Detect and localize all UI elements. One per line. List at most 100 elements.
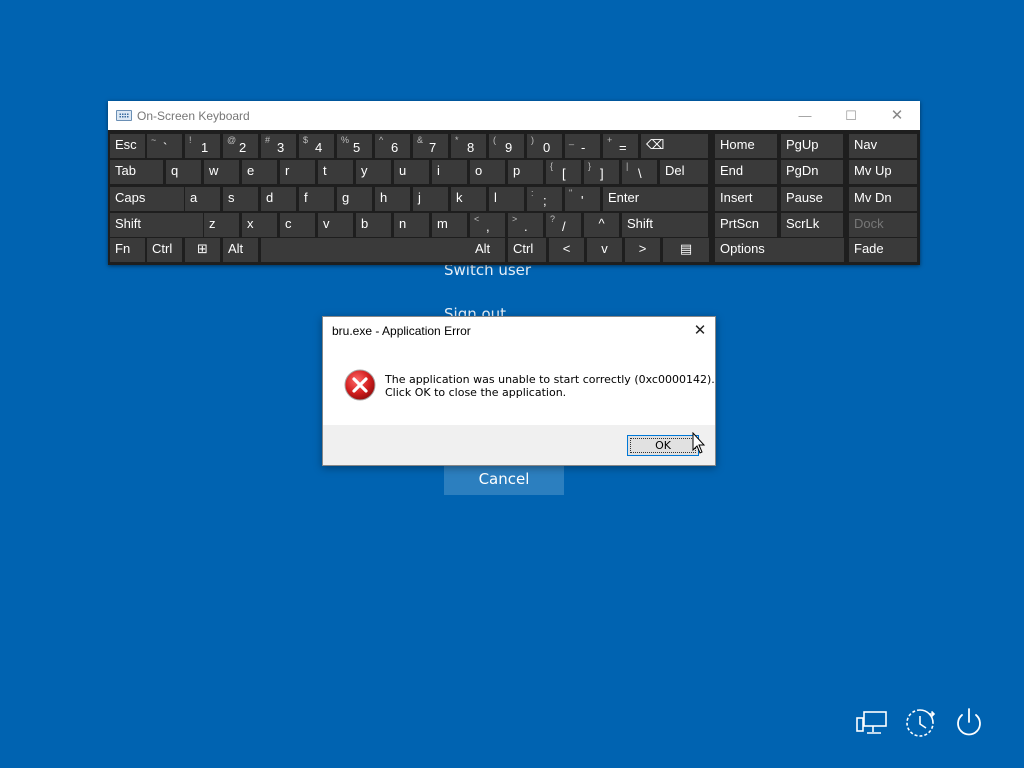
key-nav[interactable]: Nav: [849, 134, 917, 158]
dialog-message-line1: The application was unable to start corr…: [385, 373, 715, 386]
key-dock[interactable]: Dock: [849, 213, 917, 237]
key-p[interactable]: p: [508, 160, 543, 184]
ok-button[interactable]: OK: [627, 435, 699, 456]
key-fade[interactable]: Fade: [849, 238, 917, 262]
key-8[interactable]: * 8: [451, 134, 486, 158]
key-1[interactable]: ! 1: [185, 134, 220, 158]
arrow-right-icon[interactable]: >: [625, 238, 660, 262]
key-'[interactable]: " ': [565, 187, 600, 211]
key-9[interactable]: (9: [489, 134, 524, 158]
key-home[interactable]: Home: [715, 134, 777, 158]
key-q[interactable]: q: [166, 160, 201, 184]
key-w[interactable]: w: [204, 160, 239, 184]
key-shift-label: (: [493, 135, 496, 145]
key-enter[interactable]: Enter: [603, 187, 708, 211]
key-s[interactable]: s: [223, 187, 258, 211]
key-j[interactable]: j: [413, 187, 448, 211]
key-pgdn[interactable]: PgDn: [781, 160, 843, 184]
key-m[interactable]: m: [432, 213, 467, 237]
osk-title: On-Screen Keyboard: [137, 109, 250, 123]
key-7[interactable]: & 7: [413, 134, 448, 158]
minimize-button[interactable]: —: [782, 101, 828, 130]
key-mv-dn[interactable]: Mv Dn: [849, 187, 917, 211]
key-ctrl[interactable]: Ctrl: [147, 238, 182, 262]
key-`[interactable]: ~ `: [147, 134, 182, 158]
key-mv-up[interactable]: Mv Up: [849, 160, 917, 184]
key-pause[interactable]: Pause: [781, 187, 843, 211]
key-ctrl[interactable]: Ctrl: [508, 238, 546, 262]
key-k[interactable]: k: [451, 187, 486, 211]
key-shift[interactable]: Shift: [110, 213, 203, 237]
key-esc[interactable]: Esc: [110, 134, 145, 158]
menu-key-icon[interactable]: ▤: [663, 238, 709, 262]
key-d[interactable]: d: [261, 187, 296, 211]
key-/[interactable]: ? /: [546, 213, 581, 237]
osk-close-button[interactable]: ✕: [874, 101, 920, 130]
key-l[interactable]: l: [489, 187, 524, 211]
key-n[interactable]: n: [394, 213, 429, 237]
key-backslash[interactable]: | \: [622, 160, 657, 184]
key-6[interactable]: ^ 6: [375, 134, 410, 158]
key-z[interactable]: z: [204, 213, 239, 237]
key-][interactable]: }]: [584, 160, 619, 184]
key--[interactable]: _ -: [565, 134, 600, 158]
key-2[interactable]: @2: [223, 134, 258, 158]
cancel-button[interactable]: Cancel: [444, 464, 564, 495]
key-tab[interactable]: Tab: [110, 160, 163, 184]
key-g[interactable]: g: [337, 187, 372, 211]
dialog-message-line2: Click OK to close the application.: [385, 386, 567, 399]
key-main-label: 5: [353, 140, 361, 155]
key-alt[interactable]: Alt: [223, 238, 258, 262]
key-caps[interactable]: Caps: [110, 187, 184, 211]
key-end[interactable]: End: [715, 160, 777, 184]
key-.[interactable]: >.: [508, 213, 543, 237]
key-a[interactable]: a: [185, 187, 220, 211]
key-c[interactable]: c: [280, 213, 315, 237]
key-options[interactable]: Options: [715, 238, 844, 262]
key-5[interactable]: % 5: [337, 134, 372, 158]
key-shift-label: }: [588, 161, 592, 171]
key-r[interactable]: r: [280, 160, 315, 184]
arrow-left-icon[interactable]: <: [549, 238, 584, 262]
key-f[interactable]: f: [299, 187, 334, 211]
key-pgup[interactable]: PgUp: [781, 134, 843, 158]
maximize-button[interactable]: ☐: [828, 101, 874, 130]
backspace-icon[interactable]: ⌫: [641, 134, 708, 158]
key-i[interactable]: i: [432, 160, 467, 184]
dialog-title: bru.exe - Application Error: [332, 324, 471, 338]
application-error-dialog: bru.exe - Application Error ✕ The applic…: [322, 316, 716, 466]
key-v[interactable]: v: [318, 213, 353, 237]
key-,[interactable]: <,: [470, 213, 505, 237]
key-prtscn[interactable]: PrtScn: [715, 213, 777, 237]
network-icon[interactable]: [855, 706, 889, 740]
key-space[interactable]: [261, 238, 470, 262]
key-x[interactable]: x: [242, 213, 277, 237]
arrow-down-icon[interactable]: v: [587, 238, 622, 262]
key-scrlk[interactable]: ScrLk: [781, 213, 843, 237]
windows-icon[interactable]: ⊞: [185, 238, 220, 262]
dialog-close-button[interactable]: ✕: [685, 317, 715, 345]
key-shift[interactable]: Shift: [622, 213, 708, 237]
key-;[interactable]: :;: [527, 187, 562, 211]
key-h[interactable]: h: [375, 187, 410, 211]
key-alt[interactable]: Alt: [470, 238, 505, 262]
ease-of-access-icon[interactable]: [903, 706, 937, 740]
key-3[interactable]: #3: [261, 134, 296, 158]
key-0[interactable]: ) 0: [527, 134, 562, 158]
key-t[interactable]: t: [318, 160, 353, 184]
key-=[interactable]: + =: [603, 134, 638, 158]
arrow-up-icon[interactable]: ^: [584, 213, 619, 237]
key-shift-label: @: [227, 135, 237, 145]
key-y[interactable]: y: [356, 160, 391, 184]
key-b[interactable]: b: [356, 213, 391, 237]
key-[[interactable]: {[: [546, 160, 581, 184]
key-insert[interactable]: Insert: [715, 187, 777, 211]
key-fn[interactable]: Fn: [110, 238, 145, 262]
key-shift-label: ?: [550, 214, 556, 224]
key-e[interactable]: e: [242, 160, 277, 184]
key-o[interactable]: o: [470, 160, 505, 184]
power-icon[interactable]: [952, 706, 986, 740]
key-4[interactable]: $4: [299, 134, 334, 158]
key-u[interactable]: u: [394, 160, 429, 184]
key-del[interactable]: Del: [660, 160, 708, 184]
